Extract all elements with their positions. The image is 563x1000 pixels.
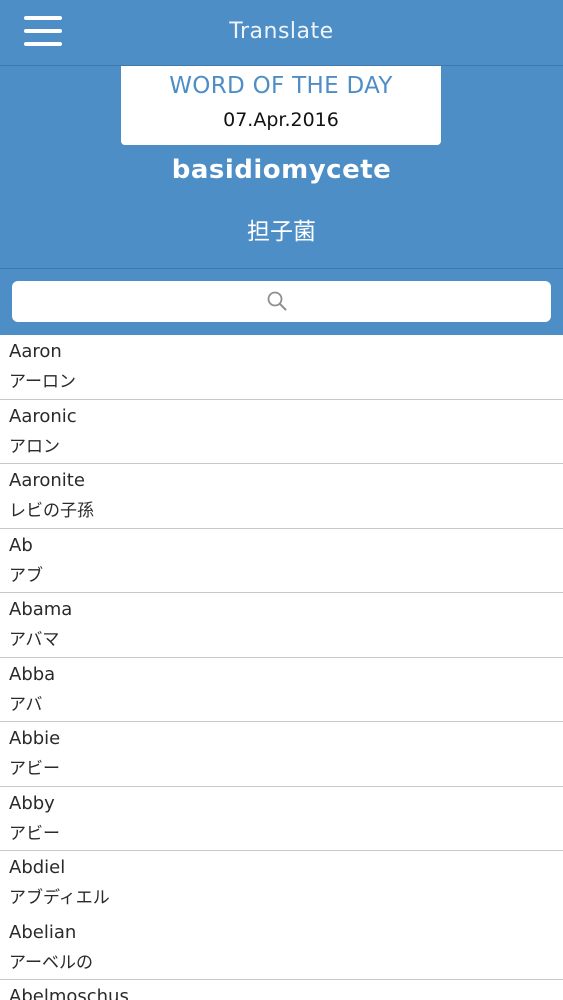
search-bar <box>0 269 563 335</box>
word-of-the-day-translation: 担子菌 <box>247 219 316 245</box>
list-item[interactable]: Abelian アーベルの <box>0 916 563 980</box>
word-of-the-day-word: basidiomycete <box>171 155 392 185</box>
list-item-translation: アバマ <box>9 630 60 650</box>
list-item[interactable]: Abbie アビー <box>0 722 563 787</box>
list-item-translation: アビー <box>9 759 60 779</box>
word-of-the-day-heading: WORD OF THE DAY <box>169 73 393 99</box>
search-icon <box>267 291 287 311</box>
list-item-word: Aaronic <box>9 405 77 427</box>
list-item-translation: レビの子孫 <box>9 501 94 521</box>
list-item-word: Abby <box>9 792 55 814</box>
list-item-translation: アビー <box>9 823 60 844</box>
word-of-the-day-date: 07.Apr.2016 <box>223 109 339 131</box>
search-field[interactable] <box>12 281 555 324</box>
list-item-word: Abelian <box>9 921 77 943</box>
list-item[interactable]: Abdiel アブディエル <box>0 851 563 916</box>
list-item-word: Aaron <box>9 341 62 362</box>
page-title: Translate <box>229 19 334 44</box>
word-list: Aaron アーロン Aaronic アロン Aaronite レビの子孫 Ab… <box>0 335 563 1000</box>
list-item-word: Abdiel <box>9 857 66 878</box>
list-item[interactable]: Abba アバ <box>0 658 563 722</box>
word-of-the-day-card: WORD OF THE DAY 07.Apr.2016 <box>121 66 441 145</box>
top-bar: Translate <box>0 0 563 66</box>
list-item-word: Ab <box>9 534 33 556</box>
list-item[interactable]: Ab アブ <box>0 529 563 593</box>
list-item-translation: アーロン <box>9 372 76 392</box>
word-of-the-day-panel[interactable]: WORD OF THE DAY 07.Apr.2016 basidiomycet… <box>0 66 563 269</box>
list-item[interactable]: Abelmoschus <box>0 980 563 1000</box>
list-item-translation: アロン <box>9 436 60 457</box>
list-item[interactable]: Aaron アーロン <box>0 335 563 400</box>
list-item-translation: アブ <box>9 565 43 586</box>
list-item[interactable]: Abby アビー <box>0 787 563 851</box>
list-item-word: Aaronite <box>9 470 85 491</box>
app-screen: Translate WORD OF THE DAY 07.Apr.2016 ba… <box>0 0 563 1000</box>
list-item-translation: アーベルの <box>9 952 93 973</box>
list-item-word: Abelmoschus <box>9 986 129 1000</box>
list-item[interactable]: Aaronite レビの子孫 <box>0 464 563 529</box>
list-item-word: Abama <box>9 599 73 620</box>
list-item-translation: アブディエル <box>9 888 110 908</box>
list-item[interactable]: Abama アバマ <box>0 593 563 658</box>
list-item-word: Abbie <box>9 728 61 749</box>
list-item-word: Abba <box>9 663 56 685</box>
list-item[interactable]: Aaronic アロン <box>0 400 563 464</box>
list-item-translation: アバ <box>9 694 43 715</box>
